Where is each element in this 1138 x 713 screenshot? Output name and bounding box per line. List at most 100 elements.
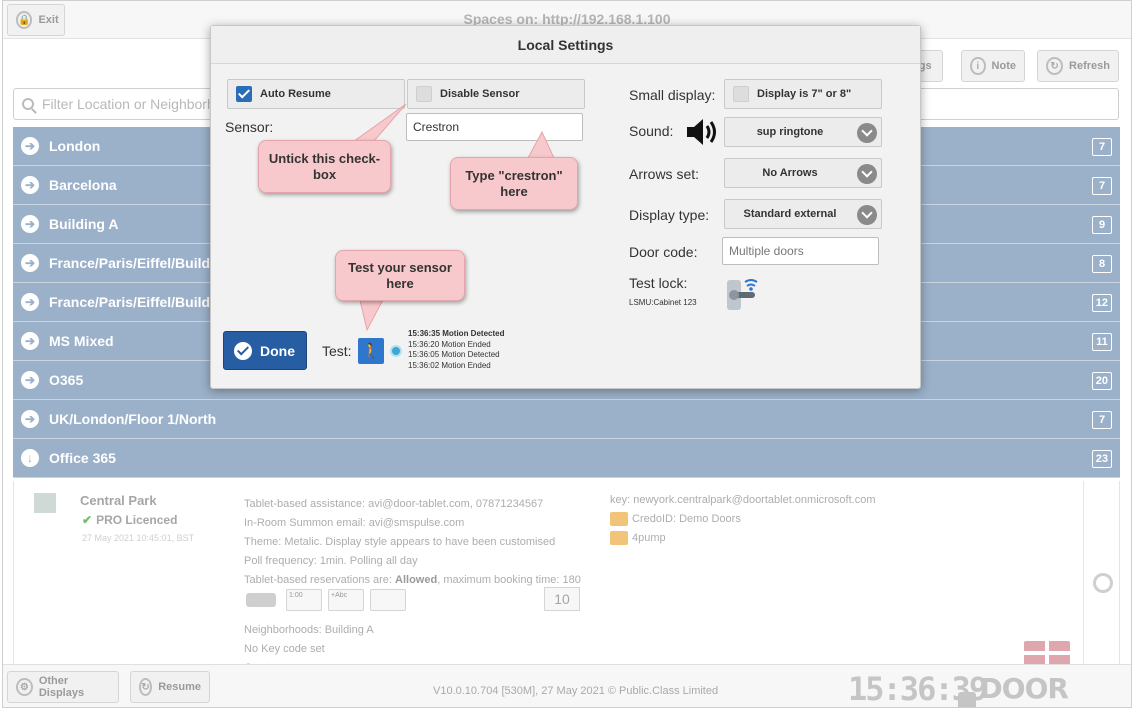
done-button[interactable]: Done [223, 331, 307, 370]
log-line: 15:36:20 Motion Ended [408, 339, 491, 349]
chevron-down-icon [857, 164, 877, 184]
checkbox-unchecked-icon [733, 86, 749, 102]
licence-label: PRO Licenced [96, 513, 178, 527]
arrow-down-icon: ↓ [21, 449, 39, 467]
door-lock-icon[interactable] [723, 272, 763, 314]
pump-line: 4pump [610, 529, 876, 548]
location-row[interactable]: ➔ UK/London/Floor 1/North 7 [13, 400, 1120, 439]
sensor-status-dot [390, 345, 402, 357]
info-theme: Theme: Metalic. Display style appears to… [244, 536, 556, 548]
gear-icon[interactable] [1093, 573, 1113, 593]
room-timestamp: 27 May 2021 10:45:01, BST [82, 533, 195, 543]
room-info: Tablet-based assistance: avi@door-tablet… [244, 495, 581, 590]
room-detail: Central Park ✔ PRO Licenced 27 May 2021 1… [13, 481, 1120, 667]
arrows-label: Arrows set: [629, 166, 700, 182]
check-icon: ✔ [82, 513, 93, 527]
dialog-title: Local Settings [211, 26, 920, 64]
info-poll: Poll frequency: 1min. Polling all day [244, 555, 418, 567]
camera-icon [370, 589, 406, 611]
door-code-label: Door code: [629, 244, 698, 260]
location-name: Barcelona [49, 177, 117, 193]
check-circle-icon [234, 341, 252, 360]
test-lock-device: LSMU:Cabinet 123 [629, 298, 697, 307]
location-count: 9 [1092, 216, 1112, 234]
location-name: O365 [49, 372, 84, 388]
arrow-right-icon: ➔ [21, 176, 39, 194]
refresh-button[interactable]: ↻ Refresh [1037, 50, 1119, 82]
chevron-down-icon [857, 205, 877, 225]
capacity-badge: 10 [544, 587, 580, 611]
device-icons: 1:00 +Abc [244, 589, 406, 611]
log-line: 15:36:35 Motion Detected [408, 329, 505, 338]
gear-icon: ⚙ [16, 678, 33, 696]
location-count: 8 [1092, 255, 1112, 273]
location-count: 11 [1092, 333, 1112, 351]
note-button[interactable]: i Note [961, 50, 1025, 82]
search-icon [22, 98, 34, 110]
uk-flag-icon [1024, 641, 1070, 665]
arrow-right-icon: ➔ [21, 215, 39, 233]
room-neighborhoods: Neighborhoods: Building A No Key code se… [244, 624, 374, 667]
log-line: 15:36:05 Motion Detected [408, 350, 500, 359]
test-label: Test: [322, 343, 352, 359]
location-name: Building A [49, 216, 119, 232]
note-label: Note [991, 60, 1016, 72]
screen-icon: +Abc [328, 589, 364, 611]
projector-icon [244, 589, 280, 611]
location-count: 12 [1091, 294, 1112, 312]
callout-pointer [527, 130, 555, 159]
info-assistance: Tablet-based assistance: avi@door-tablet… [244, 498, 544, 510]
image-icon [610, 531, 628, 546]
resume-button[interactable]: ↻ Resume [130, 671, 210, 703]
callout-type: Type "crestron" here [450, 157, 578, 210]
room-key: key: newyork.centralpark@doortablet.onmi… [610, 494, 876, 506]
room-actions [1083, 481, 1119, 665]
key-icon [610, 512, 628, 527]
callout-test: Test your sensor here [335, 250, 465, 301]
door-code-input[interactable]: Multiple doors [722, 237, 879, 265]
small-display-label: Small display: [629, 87, 716, 103]
checkbox-checked-icon [236, 86, 252, 102]
location-row-expanded[interactable]: ↓ Office 365 23 [13, 439, 1120, 478]
info-reservations: Tablet-based reservations are: Allowed, … [244, 574, 581, 586]
room-keys: key: newyork.centralpark@doortablet.onmi… [610, 491, 876, 548]
callout-untick: Untick this check-box [258, 140, 391, 193]
callout-pointer [358, 296, 386, 332]
arrow-right-icon: ➔ [21, 371, 39, 389]
resume-icon: ↻ [139, 678, 153, 696]
sound-select[interactable]: sup ringtone [724, 117, 882, 147]
other-displays-button[interactable]: ⚙ Other Displays [7, 671, 119, 703]
licence-status: ✔ PRO Licenced [82, 513, 177, 527]
sensor-log: 15:36:35 Motion Detected 15:36:20 Motion… [408, 329, 504, 371]
location-name: MS Mixed [49, 333, 114, 349]
location-name: UK/London/Floor 1/North [49, 411, 217, 427]
log-line: 15:36:02 Motion Ended [408, 360, 491, 370]
display-type-select[interactable]: Standard external [724, 199, 882, 229]
location-name: France/Paris/Eiffel/Buildi [49, 255, 214, 271]
speaker-icon[interactable] [685, 117, 721, 147]
motion-sensor-icon[interactable]: 🚶 [358, 338, 384, 364]
bottom-bar: ⚙ Other Displays ↻ Resume V10.0.10.704 [… [3, 664, 1131, 707]
info-summon: In-Room Summon email: avi@smspulse.com [244, 517, 465, 529]
location-count: 7 [1092, 411, 1112, 429]
display-icon: 1:00 [286, 589, 322, 611]
arrow-right-icon: ➔ [21, 332, 39, 350]
small-display-checkbox[interactable]: Display is 7" or 8" [724, 79, 882, 109]
location-name: London [49, 138, 101, 154]
arrow-right-icon: ➔ [21, 410, 39, 428]
location-count: 23 [1091, 450, 1112, 468]
refresh-icon: ↻ [1046, 57, 1064, 75]
sound-label: Sound: [629, 123, 674, 139]
brand-logo: DOOR TABLET [958, 672, 1131, 707]
arrow-right-icon: ➔ [21, 137, 39, 155]
room-name[interactable]: Central Park [80, 493, 157, 508]
display-type-label: Display type: [629, 207, 710, 223]
arrows-select[interactable]: No Arrows [724, 158, 882, 188]
chevron-down-icon [857, 123, 877, 143]
location-name: Office 365 [49, 450, 116, 466]
location-name: France/Paris/Eiffel/Buildi [49, 294, 214, 310]
credo-line: CredoID: Demo Doors [610, 510, 876, 529]
disable-sensor-checkbox[interactable]: Disable Sensor [407, 79, 585, 109]
building-icon [34, 493, 56, 513]
info-icon: i [970, 57, 986, 75]
